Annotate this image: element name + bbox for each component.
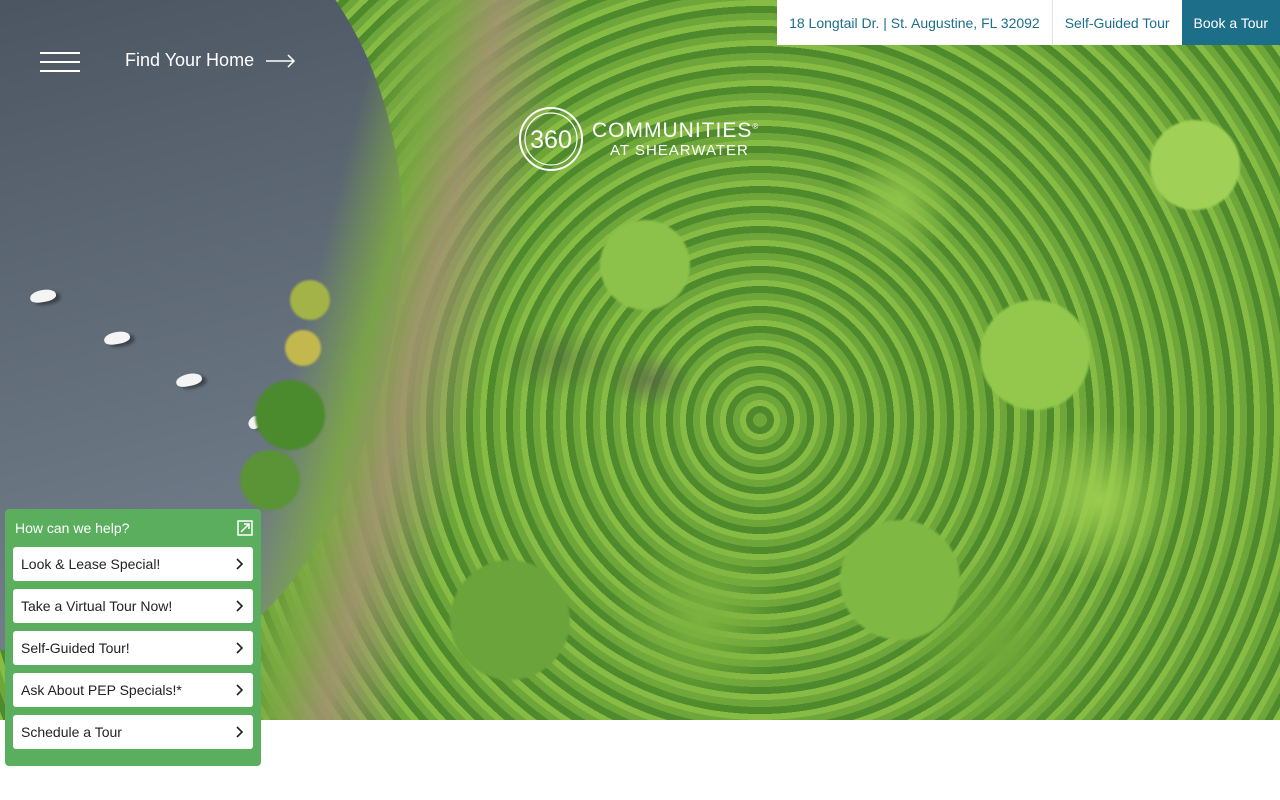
help-item-label: Take a Virtual Tour Now! bbox=[21, 598, 173, 614]
site-logo[interactable]: 360 COMMUNITIES® AT SHEARWATER bbox=[518, 103, 759, 175]
tree bbox=[450, 560, 570, 680]
help-item-self-guided-tour[interactable]: Self-Guided Tour! bbox=[13, 631, 253, 665]
logo-360-mark: 360 bbox=[519, 107, 583, 171]
find-your-home-label: Find Your Home bbox=[125, 50, 255, 70]
tree bbox=[255, 380, 325, 450]
help-item-label: Look & Lease Special! bbox=[21, 556, 161, 572]
help-item-schedule-tour[interactable]: Schedule a Tour bbox=[13, 715, 253, 749]
hamburger-menu-icon bbox=[40, 52, 80, 54]
help-widget: How can we help? Look & Lease Special! T… bbox=[5, 509, 261, 766]
help-widget-title: How can we help? bbox=[15, 520, 130, 536]
tree bbox=[240, 450, 300, 510]
tree bbox=[980, 300, 1090, 410]
logo-line-2: AT SHEARWATER bbox=[610, 142, 749, 159]
help-item-label: Ask About PEP Specials!* bbox=[21, 682, 182, 698]
logo-mark-text: 360 bbox=[530, 126, 572, 154]
find-your-home-link[interactable]: Find Your Home bbox=[125, 50, 296, 71]
tree bbox=[285, 330, 321, 366]
help-item-label: Schedule a Tour bbox=[21, 724, 122, 740]
self-guided-tour-link[interactable]: Self-Guided Tour bbox=[1051, 0, 1182, 45]
chevron-right-icon bbox=[236, 642, 243, 654]
help-item-label: Self-Guided Tour! bbox=[21, 640, 130, 656]
book-a-tour-button[interactable]: Book a Tour bbox=[1181, 0, 1280, 45]
tree bbox=[600, 220, 690, 310]
help-item-virtual-tour[interactable]: Take a Virtual Tour Now! bbox=[13, 589, 253, 623]
logo-line-1: COMMUNITIES bbox=[592, 119, 753, 142]
chevron-right-icon bbox=[236, 558, 243, 570]
help-item-pep-specials[interactable]: Ask About PEP Specials!* bbox=[13, 673, 253, 707]
tree bbox=[840, 520, 960, 640]
chevron-right-icon bbox=[236, 684, 243, 696]
address-link[interactable]: 18 Longtail Dr. | St. Augustine, FL 3209… bbox=[777, 0, 1052, 45]
hamburger-menu-button[interactable] bbox=[40, 52, 80, 72]
tree bbox=[1150, 120, 1240, 210]
tree bbox=[290, 280, 330, 320]
top-utility-bar: 18 Longtail Dr. | St. Augustine, FL 3209… bbox=[777, 0, 1280, 45]
registered-mark: ® bbox=[752, 122, 760, 131]
arrow-right-icon bbox=[266, 53, 296, 68]
expand-icon[interactable] bbox=[237, 520, 253, 536]
chevron-right-icon bbox=[236, 726, 243, 738]
chevron-right-icon bbox=[236, 600, 243, 612]
help-item-look-and-lease[interactable]: Look & Lease Special! bbox=[13, 547, 253, 581]
